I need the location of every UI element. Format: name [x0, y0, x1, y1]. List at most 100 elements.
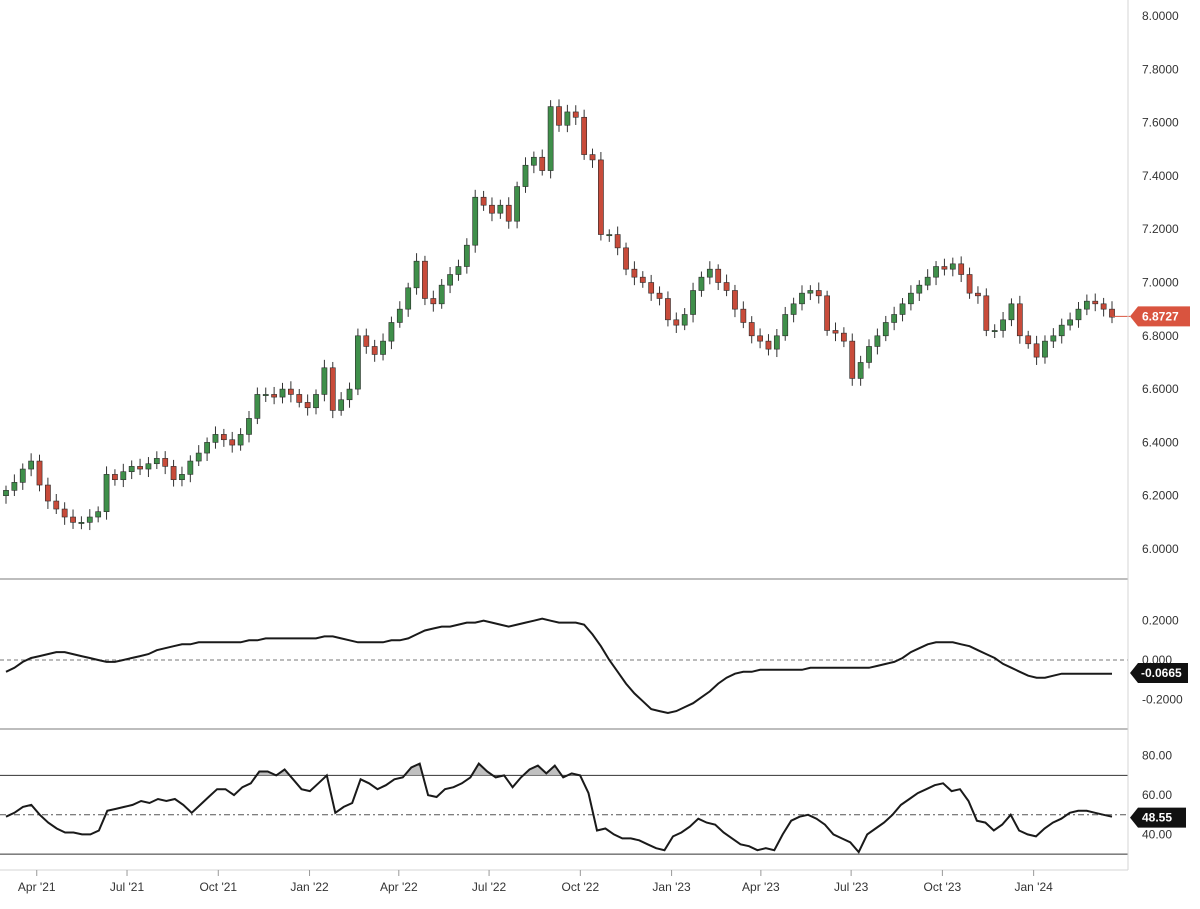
candle-body [1000, 319, 1006, 331]
candle [103, 466, 110, 520]
candle-body [271, 394, 277, 398]
candle-body [338, 399, 345, 411]
candle-body [120, 471, 127, 481]
candle-body [313, 394, 319, 409]
candle-body [1050, 335, 1057, 342]
candle-body [572, 111, 579, 118]
candle-body [321, 367, 328, 395]
oscillator-last-value-tag: -0.0665 [1130, 663, 1188, 684]
candle-body [262, 394, 269, 396]
candle-body [891, 314, 898, 323]
candle-body [1083, 300, 1090, 310]
candle-body [363, 335, 370, 347]
candle-body [497, 204, 504, 214]
candle [598, 152, 604, 241]
candle-body [1008, 303, 1015, 321]
candle-body [908, 292, 914, 305]
y-tick-label: 60.00 [1142, 788, 1172, 802]
y-tick-label: 7.8000 [1142, 62, 1179, 76]
candle [983, 288, 990, 337]
candle-body [246, 418, 252, 435]
candle-body [698, 276, 705, 291]
candle-body [799, 292, 805, 305]
candle-body [137, 466, 143, 470]
candle-body [355, 335, 361, 390]
candle-body [631, 268, 638, 278]
y-tick-label: 6.0000 [1142, 542, 1179, 556]
candle-body [254, 394, 261, 419]
x-tick-label: Jul '21 [110, 880, 145, 894]
candle-body [916, 284, 923, 294]
candle-body [422, 260, 428, 299]
x-tick-label: Jul '22 [472, 880, 507, 894]
candle-body [924, 276, 931, 286]
candle-body [757, 335, 763, 342]
y-tick-label: 8.0000 [1142, 9, 1179, 23]
candle-body [95, 511, 102, 518]
candle-body [983, 295, 990, 331]
candle-body [204, 442, 210, 454]
candle-body [61, 508, 68, 518]
y-tick-label: 6.2000 [1142, 489, 1179, 503]
candle [422, 255, 428, 306]
candle-body [78, 522, 85, 524]
y-tick-label: 6.6000 [1142, 382, 1179, 396]
x-tick-label: Oct '21 [199, 880, 237, 894]
candle-body [396, 308, 403, 323]
candle-body [413, 260, 420, 289]
x-tick-label: Apr '21 [18, 880, 56, 894]
candle-body [782, 314, 789, 337]
candle-body [857, 362, 864, 379]
candle-body [673, 319, 680, 326]
candle-body [765, 340, 772, 350]
candle-body [187, 460, 194, 475]
candle-body [11, 482, 18, 491]
candle-body [606, 234, 613, 237]
y-tick-label: 6.8000 [1142, 329, 1179, 343]
chart-background [0, 0, 1200, 909]
candle [514, 181, 520, 229]
candle-body [991, 330, 998, 332]
candle-body [505, 204, 512, 222]
candle-body [463, 244, 470, 267]
candle-body [480, 196, 487, 206]
candle-body [841, 332, 847, 342]
rsi-last-value-tag: 48.55 [1130, 807, 1186, 828]
price-last-value-label: 6.8727 [1142, 309, 1179, 323]
y-tick-label: 7.2000 [1142, 222, 1179, 236]
candle-body [430, 298, 437, 305]
candle-body [153, 458, 160, 465]
candle-body [530, 156, 537, 166]
candle-body [53, 500, 60, 510]
candle-body [237, 434, 244, 446]
candle-body [279, 388, 286, 398]
candle-body [882, 322, 889, 337]
x-tick-label: Oct '22 [562, 880, 600, 894]
candle-body [832, 330, 839, 334]
candle-body [36, 460, 43, 486]
candle-body [145, 463, 152, 470]
oscillator-last-value-label: -0.0665 [1141, 666, 1182, 680]
candle-body [288, 388, 294, 395]
candle-body [1042, 340, 1048, 358]
x-tick-label: Apr '22 [380, 880, 418, 894]
candle-body [19, 468, 26, 483]
candle-body [790, 303, 797, 315]
x-tick-label: Apr '23 [742, 880, 780, 894]
y-tick-label: 7.4000 [1142, 169, 1179, 183]
candle-body [28, 460, 35, 470]
x-tick-label: Jan '24 [1014, 880, 1053, 894]
candle-body [690, 290, 696, 315]
candle-body [706, 268, 713, 278]
candle-body [581, 116, 588, 155]
candle-body [1100, 303, 1107, 310]
candle-body [748, 322, 755, 337]
candle-body [556, 106, 562, 126]
candle-body [773, 335, 780, 350]
candle-body [45, 484, 51, 502]
rsi-last-value-label: 48.55 [1142, 811, 1172, 825]
candle-body [162, 458, 169, 467]
candle-body [489, 204, 495, 214]
candle-body [438, 284, 445, 305]
candle-body [949, 263, 956, 270]
